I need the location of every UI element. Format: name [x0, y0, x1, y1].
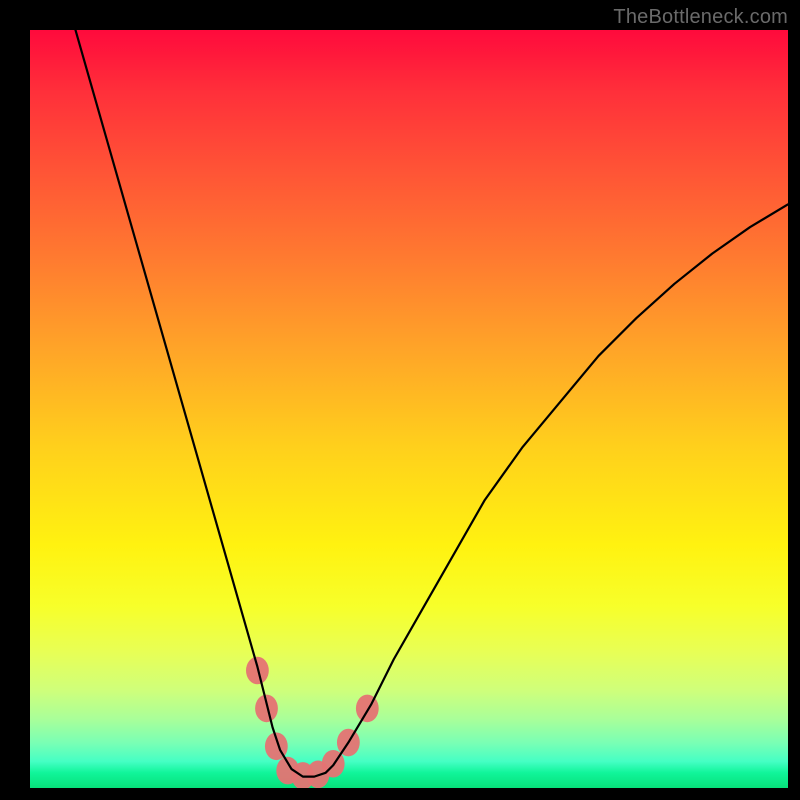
highlight-right-upper — [356, 695, 379, 723]
watermark-text: TheBottleneck.com — [613, 6, 788, 29]
plot-area — [30, 30, 788, 788]
outer-frame: TheBottleneck.com — [0, 0, 800, 800]
bottleneck-curve — [75, 30, 788, 777]
chart-svg — [30, 30, 788, 788]
markers-group — [246, 657, 379, 788]
